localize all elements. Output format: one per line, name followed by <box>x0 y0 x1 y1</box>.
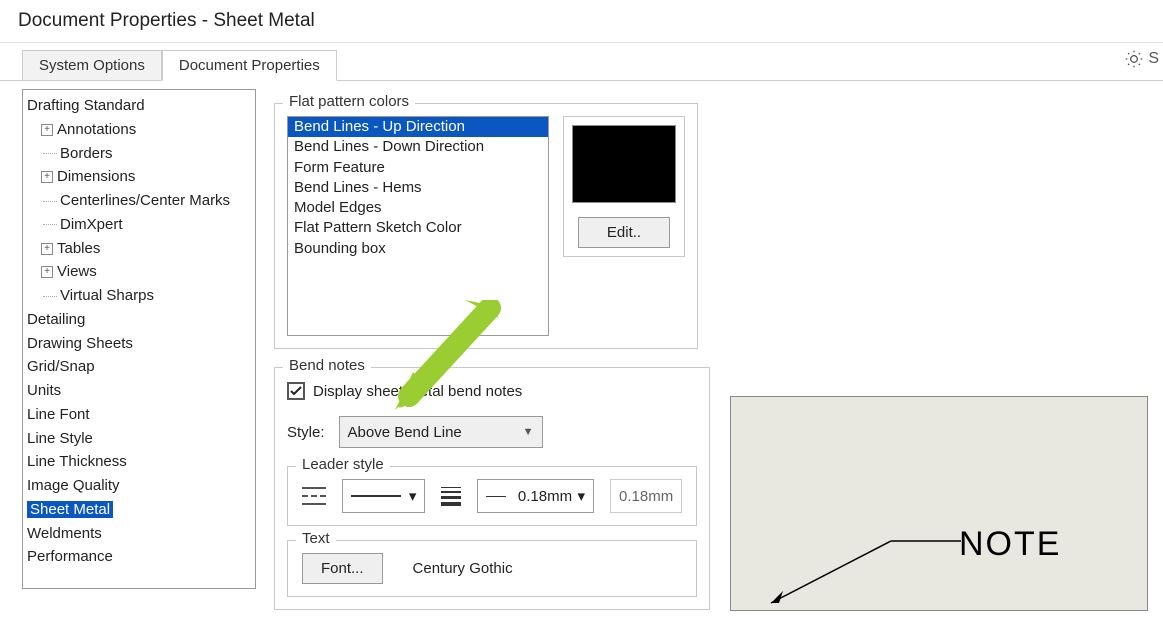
tree-grid-snap[interactable]: Grid/Snap <box>23 355 255 379</box>
bend-notes-label: Bend notes <box>283 357 371 374</box>
thickness-input[interactable]: 0.18mm <box>610 479 682 513</box>
color-preview-panel: Edit.. <box>563 116 685 257</box>
annotation-arrow-icon <box>395 300 505 410</box>
text-group-label: Text <box>296 530 336 547</box>
leader-line-icon <box>761 531 971 611</box>
tree-performance[interactable]: Performance <box>23 545 255 569</box>
tree-line-font[interactable]: Line Font <box>23 403 255 427</box>
thickness-value: 0.18mm <box>518 488 572 505</box>
list-item[interactable]: Form Feature <box>288 158 548 178</box>
list-item[interactable]: Bend Lines - Down Direction <box>288 137 548 157</box>
line-style-combo[interactable]: ▾ <box>342 479 426 513</box>
font-name-label: Century Gothic <box>413 560 513 577</box>
tree-line-style[interactable]: Line Style <box>23 427 255 451</box>
gear-icon <box>1124 49 1144 69</box>
tree-weldments[interactable]: Weldments <box>23 522 255 546</box>
list-item[interactable]: Bounding box <box>288 239 548 259</box>
gear-label: S <box>1148 50 1159 68</box>
tabs-row: System Options Document Properties S <box>0 43 1163 81</box>
tree-borders[interactable]: Borders <box>23 142 255 166</box>
line-weight-icon[interactable] <box>441 487 461 506</box>
tree-centerlines[interactable]: Centerlines/Center Marks <box>23 189 255 213</box>
color-swatch <box>572 125 676 203</box>
expand-icon[interactable]: + <box>41 266 53 278</box>
tree-drawing-sheets[interactable]: Drawing Sheets <box>23 332 255 356</box>
tree-image-quality[interactable]: Image Quality <box>23 474 255 498</box>
preview-note-text: NOTE <box>959 525 1061 564</box>
line-pattern-icon[interactable] <box>302 484 326 508</box>
tab-document-properties[interactable]: Document Properties <box>162 50 337 81</box>
tree-sheet-metal[interactable]: Sheet Metal <box>23 498 255 522</box>
tree-drafting-standard[interactable]: Drafting Standard <box>23 94 255 118</box>
leader-style-label: Leader style <box>296 456 390 473</box>
flat-pattern-colors-label: Flat pattern colors <box>283 93 415 110</box>
list-item[interactable]: Flat Pattern Sketch Color <box>288 218 548 238</box>
expand-icon[interactable]: + <box>41 243 53 255</box>
tree-virtual-sharps[interactable]: Virtual Sharps <box>23 284 255 308</box>
font-button[interactable]: Font... <box>302 553 383 584</box>
tree-dimxpert[interactable]: DimXpert <box>23 213 255 237</box>
expand-icon[interactable]: + <box>41 124 53 136</box>
text-group: Text Font... Century Gothic <box>287 540 697 597</box>
leader-style-group: Leader style ▾ 0.18mm▾ 0.18mm <box>287 466 697 526</box>
list-item[interactable]: Model Edges <box>288 198 548 218</box>
window-title: Document Properties - Sheet Metal <box>0 0 1163 43</box>
bend-note-preview: NOTE <box>730 396 1148 611</box>
style-value: Above Bend Line <box>348 424 462 441</box>
chevron-down-icon: ▼ <box>523 426 534 438</box>
display-bend-notes-checkbox[interactable] <box>287 382 305 400</box>
style-label: Style: <box>287 424 325 441</box>
tree-dimensions[interactable]: +Dimensions <box>23 165 255 189</box>
tree-line-thickness[interactable]: Line Thickness <box>23 450 255 474</box>
chevron-down-icon: ▾ <box>409 487 417 505</box>
list-item[interactable]: Bend Lines - Up Direction <box>288 117 548 137</box>
check-icon <box>290 385 302 397</box>
style-combo[interactable]: Above Bend Line ▼ <box>339 416 543 448</box>
tree-views[interactable]: +Views <box>23 260 255 284</box>
expand-icon[interactable]: + <box>41 171 53 183</box>
tree-units[interactable]: Units <box>23 379 255 403</box>
tree-detailing[interactable]: Detailing <box>23 308 255 332</box>
tree-annotations[interactable]: +Annotations <box>23 118 255 142</box>
search-options[interactable]: S <box>1124 49 1159 69</box>
thickness-combo[interactable]: 0.18mm ▾ <box>477 479 594 513</box>
edit-color-button[interactable]: Edit.. <box>578 217 670 248</box>
list-item[interactable]: Bend Lines - Hems <box>288 178 548 198</box>
tab-system-options[interactable]: System Options <box>22 50 162 80</box>
chevron-down-icon: ▾ <box>577 487 585 505</box>
options-tree[interactable]: Drafting Standard +Annotations Borders +… <box>22 89 256 589</box>
tree-tables[interactable]: +Tables <box>23 237 255 261</box>
